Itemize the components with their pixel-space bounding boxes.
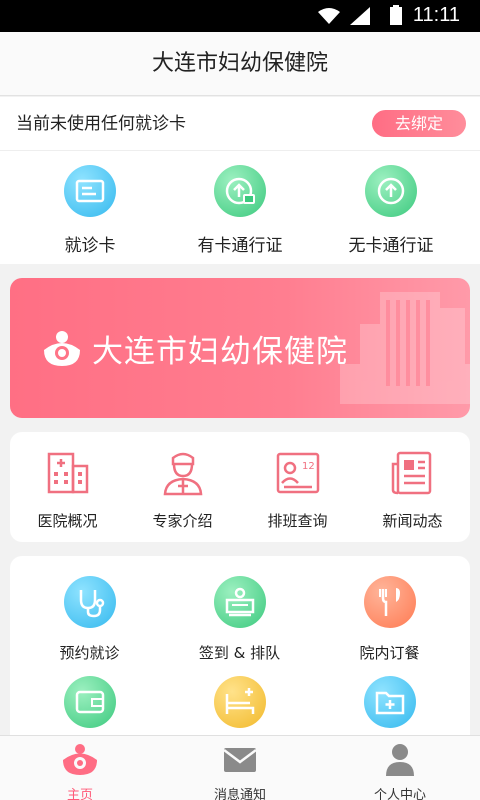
wifi-icon [318,8,340,24]
card-status-message: 当前未使用任何就诊卡 [16,114,186,134]
building-illustration [340,292,470,404]
bottom-tab-bar: 主页 消息通知 个人中心 [0,735,480,800]
signal-icon [350,7,370,25]
card-icon [64,165,116,217]
clock: 11:11 [412,4,460,26]
banner-hospital-name: 大连市妇幼保健院 [92,334,348,370]
tab-label: 个人中心 [373,788,426,800]
news-icon [391,451,431,495]
menu-schedule-query[interactable]: 12 排班查询 [240,450,355,531]
stethoscope-icon [63,576,116,628]
quick-action-label: 无卡通行证 [348,236,434,256]
service-label: 预约就诊 [59,644,120,662]
tab-profile[interactable]: 个人中心 [320,742,480,800]
hospital-logo-icon [44,331,80,366]
service-appointment[interactable]: 预约就诊 [13,576,166,663]
tab-label: 主页 [66,788,93,800]
tab-home[interactable]: 主页 [0,742,160,800]
service-label: 签到 & 排队 [198,644,281,662]
service-label: 院内订餐 [359,644,420,662]
quick-actions: 就诊卡 有卡通行证 无卡通行证 [0,151,480,264]
doctor-icon [163,452,202,496]
quick-action-label: 有卡通行证 [197,236,283,256]
menu-expert-intro[interactable]: 专家介绍 [125,450,240,531]
tab-notifications[interactable]: 消息通知 [160,742,320,800]
schedule-icon: 12 [276,452,319,494]
quick-action-visit-card[interactable]: 就诊卡 [30,165,150,256]
status-bar: 11:11 [0,0,480,32]
service-meal-order[interactable]: 院内订餐 [313,576,466,663]
battery-icon [390,5,402,25]
bed-icon [213,676,266,728]
meal-icon [363,576,416,628]
menu-label: 专家介绍 [152,512,213,530]
menu-news[interactable]: 新闻动态 [355,450,470,531]
mail-icon [223,748,257,772]
medical-folder-icon [363,676,416,728]
hospital-icon [47,452,88,494]
menu-label: 新闻动态 [382,512,443,530]
menu-hospital-overview[interactable]: 医院概况 [10,450,125,531]
service-wallet[interactable] [13,676,166,742]
tab-label: 消息通知 [213,788,266,800]
queue-icon [213,576,266,628]
schedule-badge: 12 [302,461,315,472]
person-icon [386,744,414,776]
service-bed[interactable] [163,676,316,742]
page-title: 大连市妇幼保健院 [0,32,480,96]
quick-action-no-card-pass[interactable]: 无卡通行证 [331,165,451,256]
card-status-bar: 当前未使用任何就诊卡 去绑定 [0,97,480,151]
bind-card-button[interactable]: 去绑定 [372,110,466,137]
service-medical-record[interactable] [313,676,466,742]
quick-action-label: 就诊卡 [64,236,116,256]
service-menu-panel: 预约就诊 签到 & 排队 院内订餐 [10,556,470,756]
quick-action-card-pass[interactable]: 有卡通行证 [180,165,300,256]
wallet-icon [63,676,116,728]
home-logo-icon [63,744,97,775]
upload-icon [365,165,417,217]
menu-label: 排班查询 [267,512,328,530]
hospital-banner[interactable]: 大连市妇幼保健院 [10,278,470,418]
menu-label: 医院概况 [37,512,98,530]
service-checkin-queue[interactable]: 签到 & 排队 [163,576,316,663]
info-menu-panel: 医院概况 专家介绍 12 排班查询 新闻动态 [10,432,470,542]
upload-card-icon [214,165,266,217]
